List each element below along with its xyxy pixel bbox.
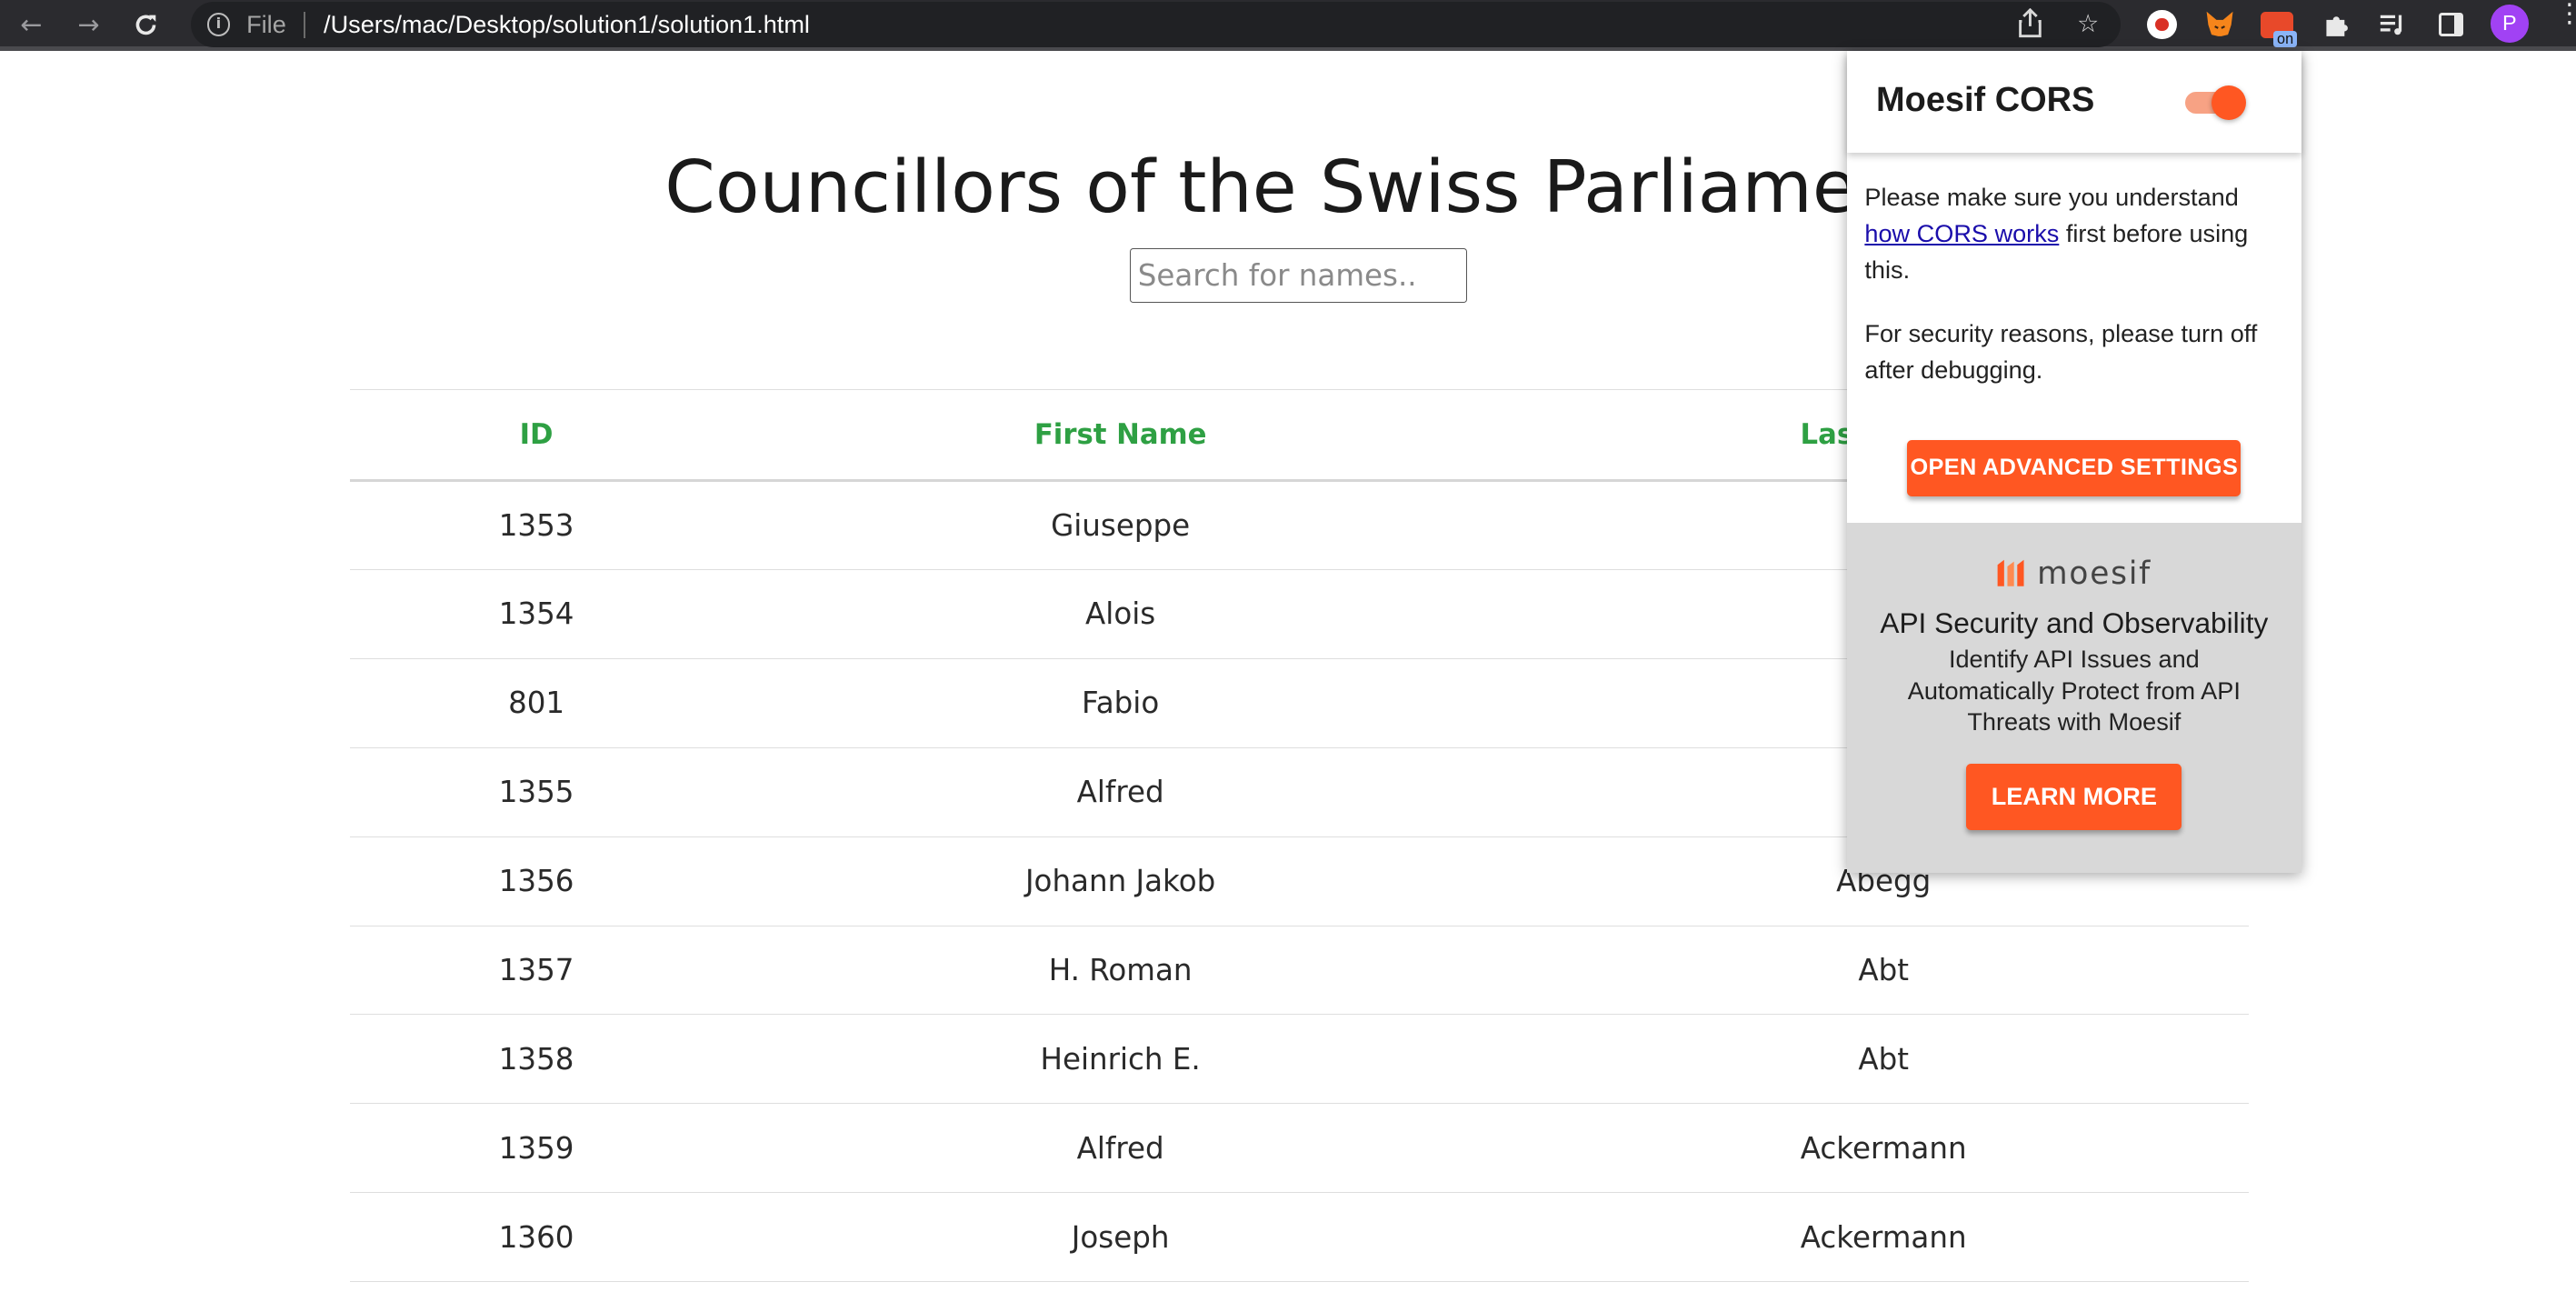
column-header-first-name[interactable]: First Name <box>723 389 1519 482</box>
address-bar[interactable]: i File /Users/mac/Desktop/solution1/solu… <box>190 1 2122 48</box>
table-row: 1358 Heinrich E. Abt <box>349 1014 2250 1105</box>
extensions-puzzle-icon[interactable] <box>2318 6 2354 43</box>
cell-first-name: Alois <box>723 569 1519 659</box>
cell-id: 1358 <box>349 1014 724 1105</box>
moesif-logo: moesif <box>1994 556 2152 592</box>
promo-body: Identify API Issues and Automatically Pr… <box>1907 645 2241 736</box>
browser-toolbar: ← → i File /Users/mac/Desktop/solution1/… <box>0 0 2576 52</box>
moesif-wordmark: moesif <box>2037 555 2152 592</box>
cell-id: 801 <box>349 658 724 748</box>
learn-more-button[interactable]: LEARN MORE <box>1966 764 2182 830</box>
cell-first-name: Giuseppe <box>723 480 1519 570</box>
forward-arrow-icon[interactable]: → <box>71 6 107 43</box>
info-icon[interactable]: i <box>206 13 231 36</box>
cell-id: 1357 <box>349 926 724 1016</box>
address-bar-divider <box>304 11 306 38</box>
url-scheme-label: File <box>246 9 286 38</box>
moesif-logo-mark-icon <box>1997 560 2024 587</box>
cell-last-name: Abt <box>1518 1014 2250 1105</box>
table-row: 1359 Alfred Ackermann <box>349 1103 2250 1194</box>
cors-toggle-switch[interactable] <box>2184 85 2246 120</box>
url-text[interactable]: /Users/mac/Desktop/solution1/solution1.h… <box>324 10 810 39</box>
cors-on-badge: on <box>2273 31 2297 48</box>
cell-first-name: H. Roman <box>723 926 1519 1016</box>
cell-id: 1355 <box>349 747 724 837</box>
cell-first-name: Joseph <box>723 1192 1519 1283</box>
popup-title: Moesif CORS <box>1876 80 2095 119</box>
security-note: For security reasons, please turn off af… <box>1864 319 2258 384</box>
popup-header: Moesif CORS <box>1847 51 2302 153</box>
cell-id: 1359 <box>349 1103 724 1194</box>
share-icon[interactable] <box>2014 7 2047 41</box>
cell-last-name: Ackermann <box>1518 1103 2250 1194</box>
back-arrow-icon[interactable]: ← <box>13 6 49 43</box>
cell-id: 1360 <box>349 1192 724 1283</box>
reload-icon[interactable] <box>128 6 165 43</box>
promo-title: API Security and Observability <box>1880 606 2269 639</box>
toggle-knob <box>2211 85 2246 120</box>
moesif-cors-extension-icon[interactable]: on <box>2259 6 2297 48</box>
cell-last-name: Abt <box>1518 926 2250 1016</box>
how-cors-works-link[interactable]: how CORS works <box>1864 219 2059 247</box>
search-input[interactable] <box>1130 247 1467 303</box>
cell-first-name: Alfred <box>723 747 1519 837</box>
cors-intro-text: Please make sure you understand how CORS… <box>1864 179 2288 287</box>
record-extension-icon[interactable] <box>2144 6 2181 43</box>
media-queue-icon[interactable] <box>2376 6 2412 43</box>
cell-first-name: Heinrich E. <box>723 1014 1519 1105</box>
browser-menu-icon[interactable]: ⋮ <box>2556 0 2576 26</box>
column-header-id[interactable]: ID <box>349 389 724 482</box>
table-row: 1357 H. Roman Abt <box>349 926 2250 1016</box>
cell-id: 1354 <box>349 569 724 659</box>
cell-id: 1353 <box>349 480 724 570</box>
profile-avatar[interactable]: P <box>2491 5 2529 43</box>
side-panel-icon[interactable] <box>2433 6 2470 43</box>
intro-text-before: Please make sure you understand <box>1864 182 2239 211</box>
moesif-promo-panel: moesif API Security and Observability Id… <box>1846 522 2302 873</box>
bookmark-star-icon[interactable]: ☆ <box>2072 8 2104 41</box>
cell-first-name: Alfred <box>723 1103 1519 1194</box>
metamask-fox-icon[interactable] <box>2202 6 2238 43</box>
cell-first-name: Fabio <box>723 658 1519 748</box>
table-row: 1360 Joseph Ackermann <box>349 1192 2250 1283</box>
cell-last-name: Ackermann <box>1518 1192 2250 1283</box>
moesif-cors-popup: Moesif CORS Please make sure you underst… <box>1846 51 2302 873</box>
open-advanced-settings-button[interactable]: OPEN ADVANCED SETTINGS <box>1907 440 2242 496</box>
cell-id: 1356 <box>349 836 724 926</box>
cell-first-name: Johann Jakob <box>723 836 1519 926</box>
